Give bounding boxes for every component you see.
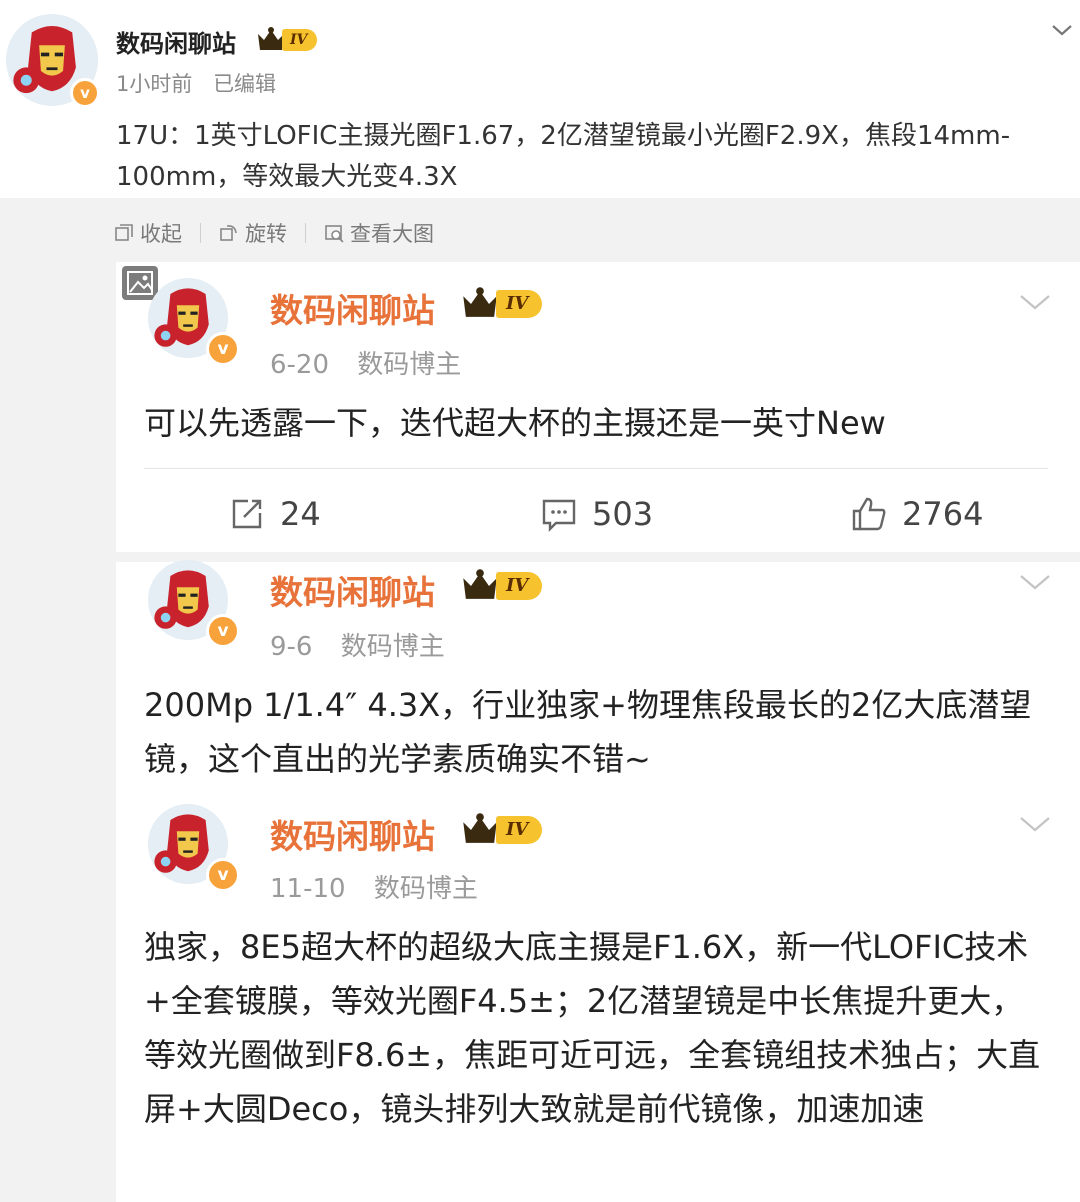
- verified-badge: v: [70, 78, 100, 108]
- comment-icon: [542, 499, 576, 532]
- crown-icon: [463, 813, 497, 843]
- level-label: IV: [496, 572, 543, 600]
- zoom-image-icon: [325, 225, 344, 243]
- verified-badge: v: [206, 332, 240, 366]
- rotate-label: 旋转: [245, 222, 287, 246]
- chevron-down-icon[interactable]: [1018, 570, 1052, 594]
- section-divider: [116, 552, 1080, 562]
- comment-text: 可以先透露一下，迭代超大杯的主摄还是一英寸New: [144, 404, 886, 442]
- comment-text: 独家，8E5超大杯的超级大底主摄是F1.6X，新一代LOFIC技术+全套镀膜，等…: [144, 928, 1041, 1128]
- image-icon: [122, 266, 158, 300]
- crown-icon: [463, 569, 497, 599]
- level-label: IV: [496, 816, 543, 844]
- collapse-icon: [115, 224, 133, 241]
- view-large-label: 查看大图: [350, 222, 434, 246]
- comment-author-name[interactable]: 数码闲聊站: [270, 566, 435, 614]
- level-badge: IV: [460, 568, 543, 604]
- comment-date: 6-20: [270, 350, 330, 380]
- like-count: 2764: [902, 495, 984, 533]
- comment-author-name[interactable]: 数码闲聊站: [270, 284, 435, 332]
- author-avatar[interactable]: v: [6, 14, 100, 108]
- comment-date: 11-10: [270, 874, 346, 904]
- comment-avatar[interactable]: v: [148, 560, 240, 648]
- rotate-button[interactable]: 旋转: [219, 218, 287, 248]
- collapse-button[interactable]: 收起: [114, 218, 182, 248]
- comment-text: 200Mp 1/1.4″ 4.3X，行业独家+物理焦段最长的2亿大底潜望镜，这个…: [144, 686, 1032, 778]
- verified-badge: v: [206, 858, 240, 892]
- level-badge: IV: [460, 812, 543, 848]
- comment-avatar[interactable]: v: [148, 804, 240, 892]
- repost-icon: [232, 499, 262, 529]
- comment-avatar[interactable]: v: [148, 278, 240, 366]
- comment-author-name[interactable]: 数码闲聊站: [270, 810, 435, 858]
- post-author-name[interactable]: 数码闲聊站: [116, 24, 236, 59]
- comment-meta: 6-20 数码博主: [270, 344, 481, 381]
- comment-count: 503: [592, 495, 654, 533]
- comment-role: 数码博主: [357, 350, 462, 380]
- level-badge: IV: [256, 26, 318, 54]
- divider: [305, 223, 306, 243]
- like-button[interactable]: 2764: [850, 490, 983, 538]
- verified-badge: v: [206, 614, 240, 648]
- comment-role: 数码博主: [373, 874, 478, 904]
- post-text: 17U：1英寸LOFIC主摄光圈F1.67，2亿潜望镜最小光圈F2.9X，焦段1…: [116, 121, 1011, 192]
- divider: [200, 223, 201, 243]
- chevron-down-icon[interactable]: [1018, 812, 1052, 836]
- post-edited: 已编辑: [213, 72, 277, 96]
- comment-button[interactable]: 503: [540, 490, 653, 538]
- comment-meta: 11-10 数码博主: [270, 868, 498, 905]
- image-toolbar: 收起 旋转 查看大图: [114, 218, 434, 248]
- crown-icon: [463, 287, 497, 317]
- post-time: 1小时前: [116, 72, 193, 96]
- chevron-down-icon[interactable]: [1018, 290, 1052, 314]
- comment-role: 数码博主: [340, 632, 445, 662]
- level-label: IV: [496, 290, 543, 318]
- collapse-label: 收起: [140, 222, 182, 246]
- level-label: IV: [282, 29, 318, 51]
- thumbs-up-icon: [852, 497, 886, 531]
- divider: [144, 468, 1048, 469]
- chevron-down-icon[interactable]: [1050, 18, 1074, 42]
- post-meta: 1小时前 已编辑: [116, 68, 290, 98]
- comment-date: 9-6: [270, 632, 313, 662]
- rotate-icon: [220, 225, 237, 241]
- level-badge: IV: [460, 286, 543, 322]
- view-large-button[interactable]: 查看大图: [324, 218, 434, 248]
- repost-count: 24: [280, 495, 321, 533]
- comment-meta: 9-6 数码博主: [270, 626, 465, 663]
- repost-button[interactable]: 24: [228, 490, 321, 538]
